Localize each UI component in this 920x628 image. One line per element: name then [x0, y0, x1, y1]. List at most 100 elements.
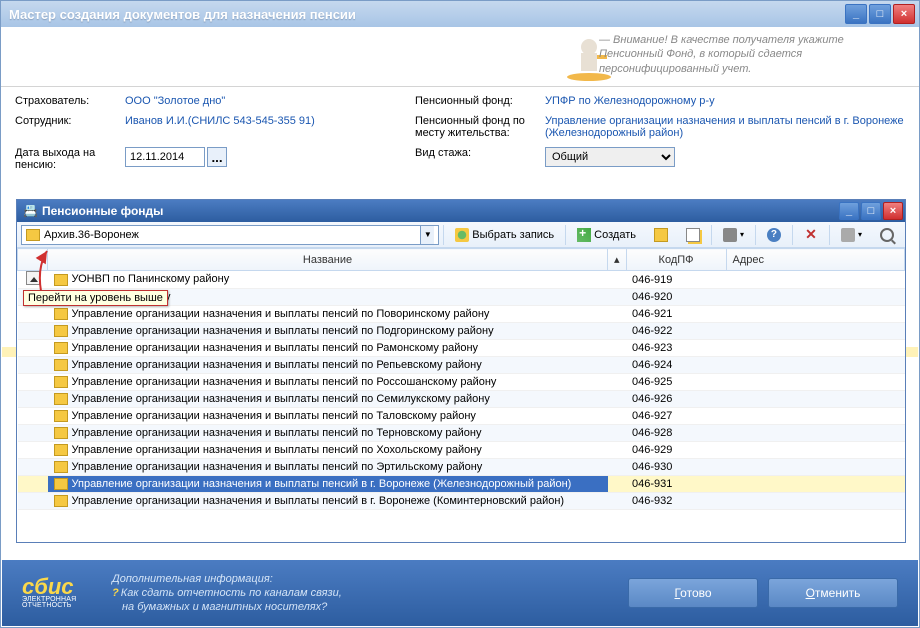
search-button[interactable]	[873, 224, 901, 246]
main-title: Мастер создания документов для назначени…	[9, 7, 845, 22]
date-picker-button[interactable]: ...	[207, 147, 227, 167]
row-addr	[726, 442, 904, 459]
row-code: 046-926	[626, 391, 726, 408]
select-record-button[interactable]: Выбрать запись	[448, 224, 561, 246]
row-addr	[726, 459, 904, 476]
col-code[interactable]: КодПФ	[626, 249, 726, 271]
footer-info: Дополнительная информация: ?Как сдать от…	[112, 572, 628, 615]
cancel-button[interactable]: Отменить	[768, 578, 898, 608]
form-area: Страхователь: ООО "Золотое дно" Пенсионн…	[1, 87, 919, 207]
row-name: Управление организации назначения и выпл…	[48, 340, 608, 357]
table-row[interactable]: Управление организации назначения и выпл…	[18, 340, 905, 357]
delete-button[interactable]: ✕	[797, 224, 825, 246]
col-up[interactable]	[18, 249, 48, 271]
new-folder-button[interactable]	[647, 224, 675, 246]
folder-icon	[654, 228, 668, 242]
row-addr	[726, 374, 904, 391]
row-addr	[726, 425, 904, 442]
row-code: 046-925	[626, 374, 726, 391]
row-code: 046-931	[626, 476, 726, 493]
row-code: 046-921	[626, 306, 726, 323]
row-code: 046-920	[626, 289, 726, 306]
row-addr	[726, 408, 904, 425]
org-icon	[54, 410, 68, 422]
up-level-tooltip: Перейти на уровень выше	[23, 290, 168, 306]
table-row[interactable]: УОНВП по Панинскому району 046-919	[18, 271, 905, 289]
table-row[interactable]: Управление организации назначения и выпл…	[18, 476, 905, 493]
table-row[interactable]: Управление организации назначения и выпл…	[18, 408, 905, 425]
row-name: Управление организации назначения и выпл…	[48, 459, 608, 476]
dialog-minimize-button[interactable]: _	[839, 202, 859, 220]
table-row[interactable]: Управление организации назначения и выпл…	[18, 459, 905, 476]
table-row[interactable]: Управление организации назначения и выпл…	[18, 391, 905, 408]
pf-label: Пенсионный фонд:	[415, 95, 545, 107]
close-button[interactable]: ×	[893, 4, 915, 24]
row-name: Управление организации назначения и выпл…	[48, 374, 608, 391]
create-button[interactable]: Создать	[570, 224, 643, 246]
plus-icon	[577, 228, 591, 242]
org-icon	[54, 427, 68, 439]
row-addr	[726, 323, 904, 340]
dialog-titlebar: 📇 Пенсионные фонды _ □ ×	[17, 200, 905, 222]
table-row[interactable]: Управление организации назначения и выпл…	[18, 323, 905, 340]
pf-value[interactable]: УПФР по Железнодорожному р-у	[545, 95, 905, 107]
row-code: 046-923	[626, 340, 726, 357]
table-row[interactable]: Управление организации назначения и выпл…	[18, 374, 905, 391]
breadcrumb-text: Архив.36-Воронеж	[44, 229, 416, 241]
copy-button[interactable]	[679, 224, 707, 246]
row-addr	[726, 391, 904, 408]
table-row[interactable]: Управление организации назначения и выпл…	[18, 306, 905, 323]
main-window: Мастер создания документов для назначени…	[0, 0, 920, 628]
folder-icon: 📇	[23, 204, 38, 218]
col-addr[interactable]: Адрес	[726, 249, 904, 271]
col-name[interactable]: Название	[48, 249, 608, 271]
logo: сбис ЭЛЕКТРОННАЯ ОТЧЕТНОСТЬ	[22, 577, 112, 609]
employee-value[interactable]: Иванов И.И.(СНИЛС 543-545-355 91)	[125, 115, 415, 139]
org-icon	[54, 495, 68, 507]
minimize-button[interactable]: _	[845, 4, 867, 24]
pf-loc-value[interactable]: Управление организации назначения и выпл…	[545, 115, 905, 139]
row-name: УОНВП по Панинскому району	[48, 271, 608, 289]
row-name: Управление организации назначения и выпл…	[48, 493, 608, 510]
row-code: 046-928	[626, 425, 726, 442]
help-button[interactable]: ?	[760, 224, 788, 246]
table-row[interactable]: Управление организации назначения и выпл…	[18, 425, 905, 442]
save-button[interactable]: ▾	[834, 224, 869, 246]
up-level-button[interactable]	[26, 271, 40, 285]
delete-icon: ✕	[804, 228, 818, 242]
org-icon	[54, 308, 68, 320]
retire-date-input[interactable]	[125, 147, 205, 167]
breadcrumb-dropdown[interactable]: ▼	[420, 226, 434, 244]
search-icon	[880, 228, 894, 242]
dialog-title: Пенсионные фонды	[42, 204, 839, 218]
table-row[interactable]: Управление организации назначения и выпл…	[18, 493, 905, 510]
maximize-button[interactable]: □	[869, 4, 891, 24]
row-addr	[726, 340, 904, 357]
header-strip: — Внимание! В качестве получателя укажит…	[1, 27, 919, 87]
done-button[interactable]: Готово	[628, 578, 758, 608]
org-icon	[54, 342, 68, 354]
table-row[interactable]: Управление организации назначения и выпл…	[18, 442, 905, 459]
dialog-toolbar: Архив.36-Воронеж ▼ Выбрать запись Создат…	[17, 222, 905, 248]
org-icon	[54, 325, 68, 337]
org-icon	[54, 359, 68, 371]
row-name: Управление организации назначения и выпл…	[48, 391, 608, 408]
stage-select[interactable]: Общий	[545, 147, 675, 167]
table-row[interactable]: Управление организации назначения и выпл…	[18, 357, 905, 374]
main-titlebar: Мастер создания документов для назначени…	[1, 1, 919, 27]
row-name: Управление организации назначения и выпл…	[48, 476, 608, 493]
dialog-close-button[interactable]: ×	[883, 202, 903, 220]
row-code: 046-919	[626, 271, 726, 289]
row-addr	[726, 289, 904, 306]
org-icon	[54, 444, 68, 456]
row-code: 046-930	[626, 459, 726, 476]
row-addr	[726, 476, 904, 493]
insurer-value[interactable]: ООО "Золотое дно"	[125, 95, 415, 107]
dialog-maximize-button[interactable]: □	[861, 202, 881, 220]
breadcrumb[interactable]: Архив.36-Воронеж ▼	[21, 225, 439, 245]
col-sort[interactable]: ▴	[608, 249, 627, 271]
retire-date-label: Дата выхода на пенсию:	[15, 147, 125, 171]
print-button[interactable]: ▾	[716, 224, 751, 246]
select-icon	[455, 228, 469, 242]
folder-icon	[26, 229, 40, 241]
